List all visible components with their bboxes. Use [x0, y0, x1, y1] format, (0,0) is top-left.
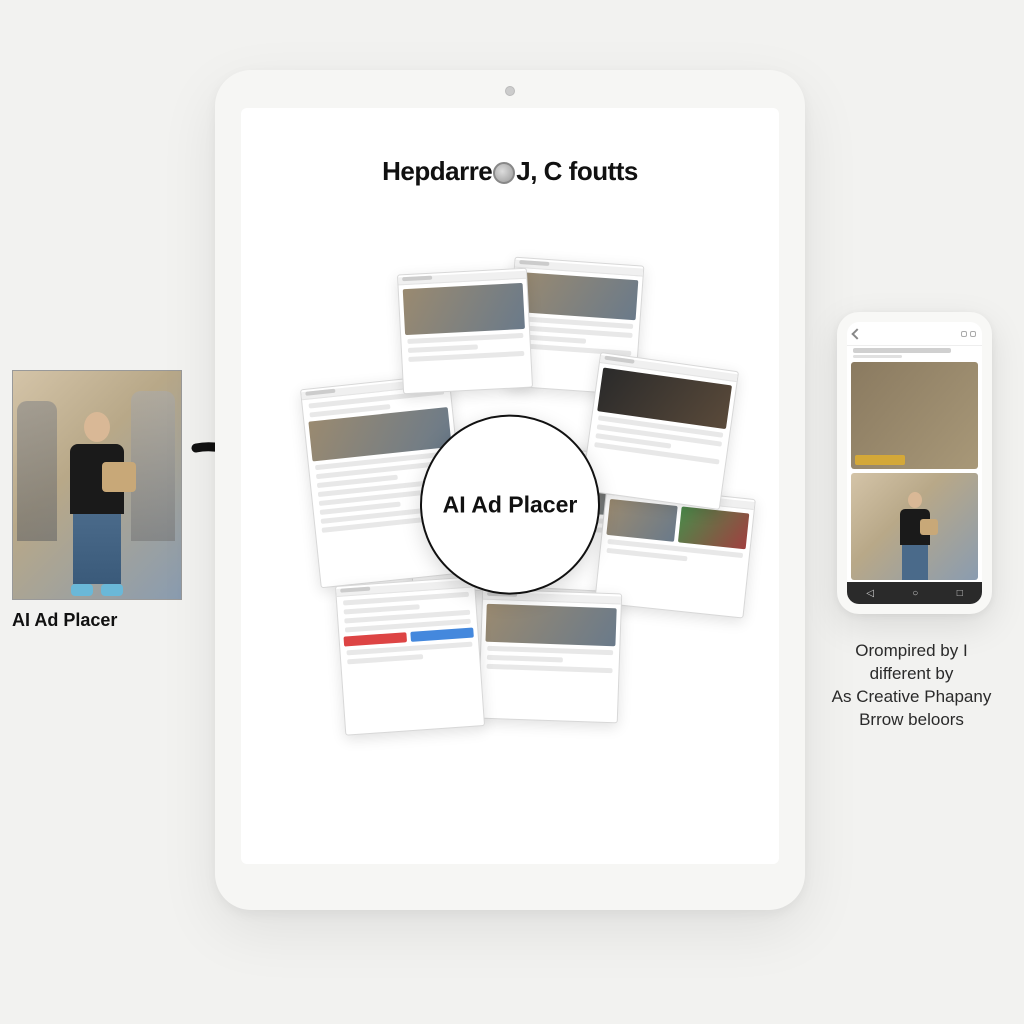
tablet-device: Hepdarre J, C foutts	[215, 70, 805, 910]
caption-line: Orompired by I	[819, 640, 1004, 663]
webpage-collage: AI Ad Placer	[280, 271, 740, 731]
webpage-card	[335, 576, 485, 735]
webpage-card	[397, 268, 533, 395]
caption-line: different by	[819, 663, 1004, 686]
nav-recent-icon: □	[957, 588, 963, 599]
nav-back-icon: ◁	[866, 588, 874, 599]
webpage-card	[581, 352, 739, 510]
tablet-screen: Hepdarre J, C foutts	[241, 108, 779, 864]
phone-device: ◁ ○ □	[837, 312, 992, 614]
person-figure	[62, 412, 132, 582]
tablet-title: Hepdarre J, C foutts	[241, 156, 779, 187]
phone-header-actions	[961, 331, 976, 337]
center-badge: AI Ad Placer	[420, 415, 600, 595]
phone-nav-bar: ◁ ○ □	[847, 582, 982, 604]
source-panel: AI Ad Placer	[12, 370, 182, 631]
source-image	[12, 370, 182, 600]
phone-caption: Orompired by I different by As Creative …	[819, 640, 1004, 732]
tablet-camera-icon	[505, 86, 515, 96]
source-label: AI Ad Placer	[12, 610, 182, 631]
nav-home-icon: ○	[912, 588, 918, 599]
phone-screen: ◁ ○ □	[847, 322, 982, 604]
phone-image-bottom	[851, 473, 978, 580]
caption-line: As Creative Phapany	[819, 686, 1004, 709]
tablet-title-left: Hepdarre	[382, 156, 492, 186]
phone-subheader	[847, 346, 982, 360]
phone-image-top	[851, 362, 978, 469]
back-icon	[851, 328, 862, 339]
phone-header	[847, 322, 982, 346]
ornament-icon	[493, 162, 515, 184]
center-badge-label: AI Ad Placer	[443, 491, 578, 518]
tablet-title-right: J, C foutts	[516, 156, 638, 186]
webpage-card	[478, 589, 622, 724]
caption-line: Brrow beloors	[819, 709, 1004, 732]
